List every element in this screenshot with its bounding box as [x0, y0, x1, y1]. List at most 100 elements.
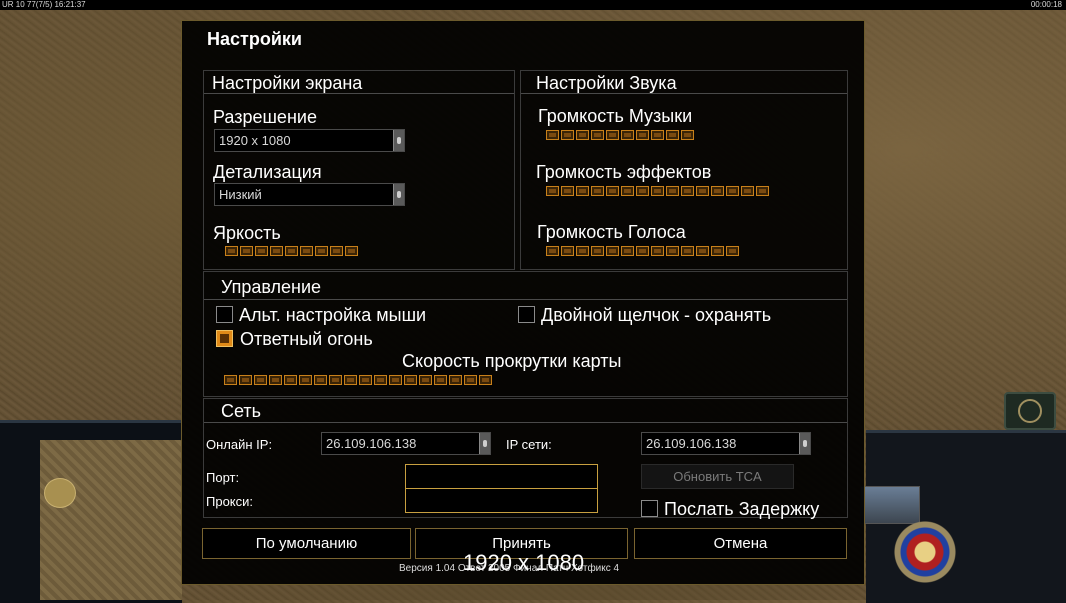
slider-segment — [546, 130, 559, 140]
dropdown-scroll-icon[interactable] — [393, 184, 404, 205]
slider-segment — [576, 186, 589, 196]
options-dialog: Настройки Настройки экрана Разрешение 19… — [181, 20, 865, 585]
detail-dropdown[interactable]: Низкий — [214, 183, 405, 206]
slider-segment — [224, 375, 237, 385]
brightness-label: Яркость — [213, 223, 281, 243]
slider-segment — [239, 375, 252, 385]
slider-segment — [621, 186, 634, 196]
lan-ip-dropdown[interactable]: 26.109.106.138 — [641, 432, 811, 455]
return-fire-checkbox[interactable] — [216, 330, 233, 347]
port-input[interactable] — [405, 464, 598, 489]
slider-segment — [314, 375, 327, 385]
slider-segment — [374, 375, 387, 385]
brightness-slider[interactable] — [225, 246, 358, 258]
slider-segment — [666, 130, 679, 140]
slider-segment — [225, 246, 238, 256]
return-fire-label: Ответный огонь — [240, 329, 373, 349]
slider-segment — [606, 186, 619, 196]
slider-segment — [606, 130, 619, 140]
slider-segment — [255, 246, 268, 256]
dropdown-scroll-icon[interactable] — [799, 433, 810, 454]
slider-segment — [666, 186, 679, 196]
slider-segment — [434, 375, 447, 385]
slider-segment — [606, 246, 619, 256]
detail-label: Детализация — [213, 162, 322, 182]
lan-ip-label: IP сети: — [506, 437, 552, 452]
slider-segment — [636, 186, 649, 196]
dialog-title: Настройки — [207, 29, 302, 49]
slider-segment — [561, 186, 574, 196]
music-volume-slider[interactable] — [546, 130, 694, 142]
resolution-label: Разрешение — [213, 107, 317, 127]
alt-mouse-label: Альт. настройка мыши — [239, 305, 427, 325]
slider-segment — [330, 246, 343, 256]
slider-segment — [344, 375, 357, 385]
sound-settings-header: Настройки Звука — [536, 73, 677, 93]
online-ip-value: 26.109.106.138 — [326, 436, 417, 451]
slider-segment — [315, 246, 328, 256]
slider-segment — [284, 375, 297, 385]
slider-segment — [636, 130, 649, 140]
minimap[interactable] — [40, 440, 182, 600]
slider-segment — [681, 186, 694, 196]
slider-segment — [711, 186, 724, 196]
scroll-speed-slider[interactable] — [224, 375, 492, 387]
slider-segment — [681, 130, 694, 140]
resolution-dropdown[interactable]: 1920 x 1080 — [214, 129, 405, 152]
slider-segment — [464, 375, 477, 385]
resolution-value: 1920 x 1080 — [219, 133, 291, 148]
slider-segment — [651, 186, 664, 196]
slider-segment — [621, 130, 634, 140]
slider-segment — [696, 246, 709, 256]
online-ip-label: Онлайн IP: — [206, 437, 273, 452]
resolution-overlay-text: 1920 x 1080 — [463, 550, 585, 575]
slider-segment — [591, 246, 604, 256]
top-status-bar: UR 10 77(7/5) 16:21:37 00:00:18 — [0, 0, 1066, 10]
proxy-input[interactable] — [405, 488, 598, 513]
slider-segment — [651, 246, 664, 256]
effects-volume-label: Громкость эффектов — [536, 162, 712, 182]
radar-button[interactable] — [1004, 392, 1056, 430]
voice-volume-slider[interactable] — [546, 246, 739, 258]
slider-segment — [389, 375, 402, 385]
slider-segment — [591, 130, 604, 140]
online-ip-dropdown[interactable]: 26.109.106.138 — [321, 432, 491, 455]
dropdown-scroll-icon[interactable] — [479, 433, 490, 454]
slider-segment — [576, 130, 589, 140]
unit-portrait[interactable] — [860, 486, 920, 524]
slider-segment — [726, 186, 739, 196]
slider-segment — [240, 246, 253, 256]
slider-segment — [651, 130, 664, 140]
alt-mouse-checkbox[interactable] — [216, 306, 233, 323]
slider-segment — [711, 246, 724, 256]
slider-segment — [681, 246, 694, 256]
dropdown-scroll-icon[interactable] — [393, 130, 404, 151]
game-timer: 00:00:18 — [1030, 0, 1062, 9]
slider-segment — [299, 375, 312, 385]
cancel-button[interactable]: Отмена — [634, 528, 847, 559]
default-button[interactable]: По умолчанию — [202, 528, 411, 559]
control-header: Управление — [221, 277, 322, 297]
network-header: Сеть — [221, 401, 262, 421]
effects-volume-slider[interactable] — [546, 186, 769, 198]
double-click-guard-checkbox[interactable] — [518, 306, 535, 323]
voice-volume-label: Громкость Голоса — [537, 222, 686, 242]
slider-segment — [449, 375, 462, 385]
slider-segment — [666, 246, 679, 256]
faction-emblem-icon — [880, 520, 970, 584]
radar-icon — [1018, 399, 1042, 423]
slider-segment — [561, 246, 574, 256]
slider-segment — [359, 375, 372, 385]
slider-segment — [270, 246, 283, 256]
slider-segment — [479, 375, 492, 385]
detail-value: Низкий — [219, 187, 262, 202]
slider-segment — [546, 246, 559, 256]
slider-segment — [591, 186, 604, 196]
slider-segment — [546, 186, 559, 196]
slider-segment — [621, 246, 634, 256]
slider-segment — [741, 186, 754, 196]
slider-segment — [345, 246, 358, 256]
slider-segment — [404, 375, 417, 385]
send-delay-checkbox[interactable] — [641, 500, 658, 517]
lan-ip-value: 26.109.106.138 — [646, 436, 737, 451]
